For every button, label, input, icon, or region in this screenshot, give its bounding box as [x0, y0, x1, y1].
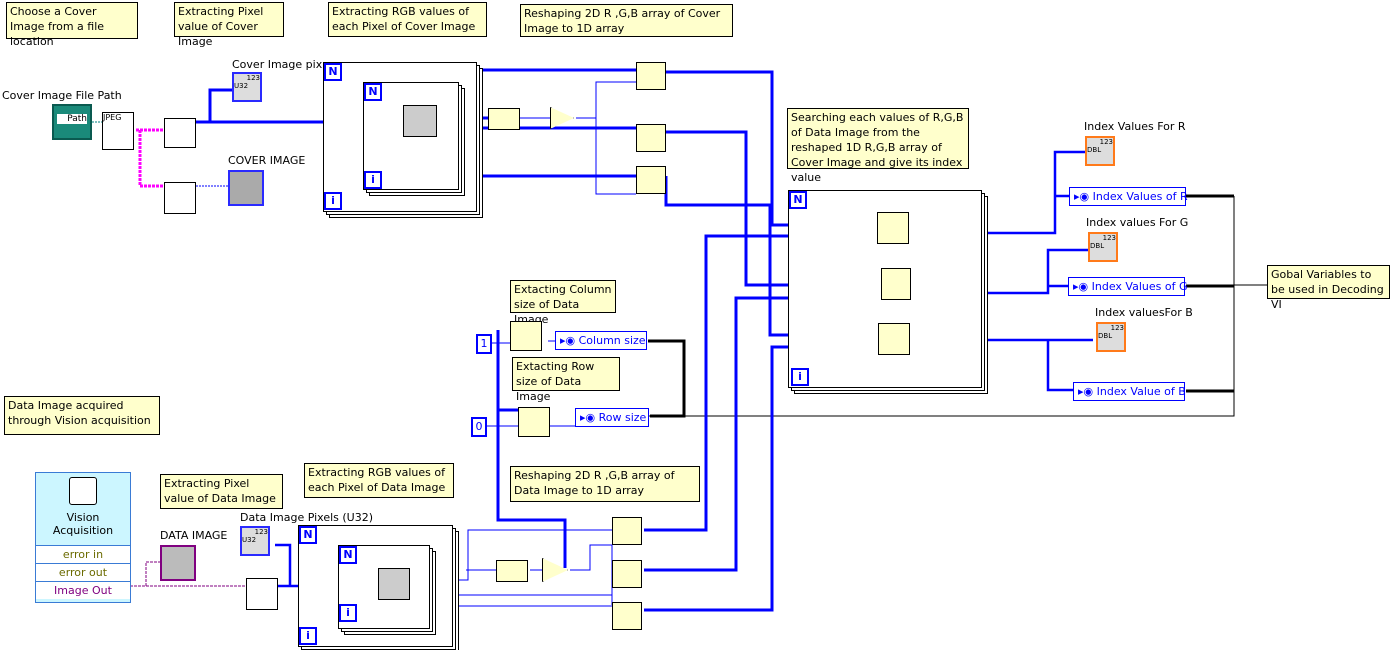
index-g-indicator[interactable]: 123 DBL	[1088, 232, 1118, 262]
global-name: Column size	[578, 334, 646, 347]
loop-count-n: N	[299, 526, 317, 544]
comment-column-size: Extacting Column size of Data Image	[510, 280, 616, 326]
block-diagram: Choose a Cover Image from a file locatio…	[0, 0, 1390, 650]
comment-choose-cover: Choose a Cover Image from a file locatio…	[6, 2, 138, 48]
comment-reshape-data: Reshaping 2D R ,G,B array of Data Image …	[510, 466, 700, 502]
num-text: 123	[254, 528, 268, 536]
global-name: Index Value of B	[1096, 385, 1186, 398]
image-to-array-node[interactable]	[246, 578, 278, 610]
num-text: 123	[1110, 324, 1124, 332]
comment-extract-rgb-data: Extracting RGB values of each Pixel of D…	[304, 463, 454, 498]
wires	[92, 68, 1268, 612]
loop-iteration-i: i	[364, 171, 382, 189]
error-out-terminal[interactable]: error out	[36, 563, 130, 581]
loop-count-n: N	[324, 63, 342, 81]
reshape-r-node[interactable]	[636, 62, 666, 90]
label-cover-path: Cover Image File Path	[2, 89, 122, 102]
global-column-size[interactable]: ▸◉ Column size	[555, 331, 647, 350]
color-to-rgb-node[interactable]	[403, 105, 437, 137]
vision-acquisition-express-vi[interactable]: Vision Acquisition error in error out Im…	[35, 472, 131, 603]
global-name: Row size	[598, 411, 647, 424]
u32-text: U32	[234, 82, 249, 90]
comment-extract-pixel-data: Extracting Pixel value of Data Image	[160, 474, 283, 509]
reshape-g-node[interactable]	[636, 124, 666, 152]
loop-iteration-i: i	[299, 627, 317, 645]
label-index-r: Index Values For R	[1084, 120, 1186, 133]
color-to-rgb-node[interactable]	[378, 568, 410, 600]
global-row-size[interactable]: ▸◉ Row size	[575, 408, 649, 427]
u32-text: U32	[242, 536, 257, 544]
error-in-terminal[interactable]: error in	[36, 545, 130, 563]
comment-extract-rgb-cover: Extracting RGB values of each Pixel of C…	[328, 2, 487, 37]
search-array-b-node[interactable]	[878, 323, 910, 355]
global-index-b[interactable]: ▸◉ Index Value of B	[1073, 382, 1186, 401]
comment-row-size: Extacting Row size of Data Image	[512, 357, 620, 403]
loop-iteration-i: i	[324, 192, 342, 210]
vision-title: Vision Acquisition	[52, 511, 114, 537]
reshape-b-node[interactable]	[636, 166, 666, 194]
loop-iteration-i: i	[791, 368, 809, 386]
loop-iteration-i: i	[339, 604, 357, 622]
globe-icon: ▸◉	[580, 411, 599, 424]
search-array-r-node[interactable]	[877, 212, 909, 244]
loop-count-n: N	[789, 191, 807, 209]
draw-pixmap-node[interactable]	[164, 182, 196, 214]
row-dimension-constant[interactable]: 0	[471, 417, 487, 437]
array-size-row-node[interactable]	[518, 407, 550, 437]
cover-pixels-indicator[interactable]: 123 U32	[232, 72, 262, 102]
global-name: Index Values of G	[1091, 280, 1188, 293]
reshape-b-node[interactable]	[612, 602, 642, 630]
globe-icon: ▸◉	[1078, 385, 1097, 398]
reshape-array-node[interactable]	[496, 560, 528, 582]
global-index-g[interactable]: ▸◉ Index Values of G	[1068, 277, 1188, 296]
comment-data-acquired: Data Image acquired through Vision acqui…	[4, 396, 160, 435]
loop-count-n: N	[364, 83, 382, 101]
cover-image-indicator[interactable]	[228, 170, 264, 206]
image-out-terminal[interactable]: Image Out	[36, 581, 130, 599]
comment-extract-pixel-cover: Extracting Pixel value of Cover Image	[174, 2, 284, 48]
label-data-pixels: Data Image Pixels (U32)	[240, 511, 374, 524]
label-cover-image: COVER IMAGE	[228, 154, 306, 167]
camera-icon	[69, 477, 97, 505]
index-r-indicator[interactable]: 123 DBL	[1085, 136, 1115, 166]
globe-icon: ▸◉	[1073, 280, 1092, 293]
num-text: 123	[1102, 234, 1116, 242]
path-text: Path	[57, 114, 87, 124]
comment-global-vars: Gobal Variables to be used in Decoding V…	[1267, 265, 1390, 311]
loop-count-n: N	[339, 546, 357, 564]
globe-icon: ▸◉	[560, 334, 579, 347]
global-index-r[interactable]: ▸◉ Index Values of R	[1069, 187, 1188, 206]
index-b-indicator[interactable]: 123 DBL	[1096, 322, 1126, 352]
label-cover-pixels: Cover Image pixn	[232, 58, 330, 71]
cover-path-control[interactable]: Path	[52, 104, 92, 140]
reshape-r-node[interactable]	[612, 517, 642, 545]
reshape-g-node[interactable]	[612, 560, 642, 588]
label-index-b: Index valuesFor B	[1095, 306, 1193, 319]
data-image-indicator[interactable]	[160, 545, 196, 581]
num-text: 123	[1099, 138, 1113, 146]
dbl-text: DBL	[1098, 332, 1113, 340]
data-pixels-indicator[interactable]: 123 U32	[240, 526, 270, 556]
column-dimension-constant[interactable]: 1	[476, 334, 492, 354]
comment-reshape-cover: Reshaping 2D R ,G,B array of Cover Image…	[520, 4, 733, 37]
unflatten-pixmap-node[interactable]	[164, 118, 196, 148]
reshape-array-node[interactable]	[488, 108, 520, 130]
globe-icon: ▸◉	[1074, 190, 1093, 203]
num-text: 123	[246, 74, 260, 82]
comment-searching: Searching each values of R,G,B of Data I…	[787, 108, 969, 184]
read-jpeg-node[interactable]: JPEG	[102, 112, 134, 150]
global-name: Index Values of R	[1092, 190, 1188, 203]
dbl-text: DBL	[1090, 242, 1105, 250]
label-index-g: Index values For G	[1086, 216, 1189, 229]
array-size-column-node[interactable]	[510, 321, 542, 351]
search-array-g-node[interactable]	[881, 268, 911, 300]
jpeg-text: JPEG	[103, 113, 122, 122]
label-data-image: DATA IMAGE	[160, 529, 228, 542]
dbl-text: DBL	[1087, 146, 1102, 154]
